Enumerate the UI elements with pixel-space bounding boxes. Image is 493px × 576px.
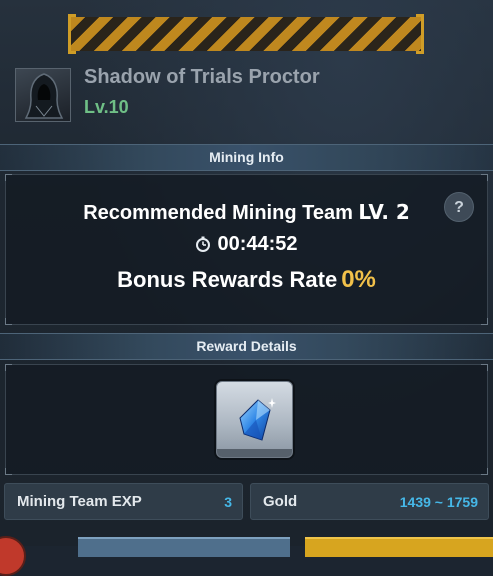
- exp-value: 3: [224, 494, 232, 510]
- boss-level: Lv.10: [84, 97, 129, 117]
- reward-item-slot[interactable]: [216, 381, 293, 458]
- exp-label: Mining Team EXP: [17, 493, 142, 510]
- mining-team-exp-box: Mining Team EXP 3: [4, 483, 243, 520]
- mining-timer: 00:44:52: [0, 233, 493, 256]
- gold-box: Gold 1439 ~ 1759: [250, 483, 489, 520]
- boss-portrait: [15, 68, 71, 122]
- stopwatch-icon: [196, 236, 211, 252]
- timer-value: 00:44:52: [217, 233, 298, 255]
- bonus-rate-line: Bonus Rewards Rate 0%: [0, 266, 493, 294]
- warning-stripe-banner: [68, 14, 424, 54]
- recommended-team-line: Recommended Mining Team LV. 2: [0, 200, 493, 225]
- bonus-label: Bonus Rewards Rate: [117, 267, 338, 292]
- gold-value: 1439 ~ 1759: [399, 494, 478, 510]
- blue-crystal-icon: [239, 398, 276, 441]
- gold-label: Gold: [263, 493, 298, 510]
- boss-name: Shadow of Trials Proctor: [84, 66, 320, 88]
- recommended-label: Recommended Mining Team: [83, 202, 353, 224]
- bonus-rate-value: 0%: [341, 266, 376, 293]
- reward-details-header: Reward Details: [0, 333, 493, 360]
- bottom-middle-button[interactable]: [78, 537, 290, 557]
- recommended-level: LV. 2: [358, 200, 410, 224]
- mining-info-header: Mining Info: [0, 144, 493, 171]
- hooded-figure-icon: [24, 73, 64, 119]
- bottom-right-button[interactable]: [305, 537, 493, 557]
